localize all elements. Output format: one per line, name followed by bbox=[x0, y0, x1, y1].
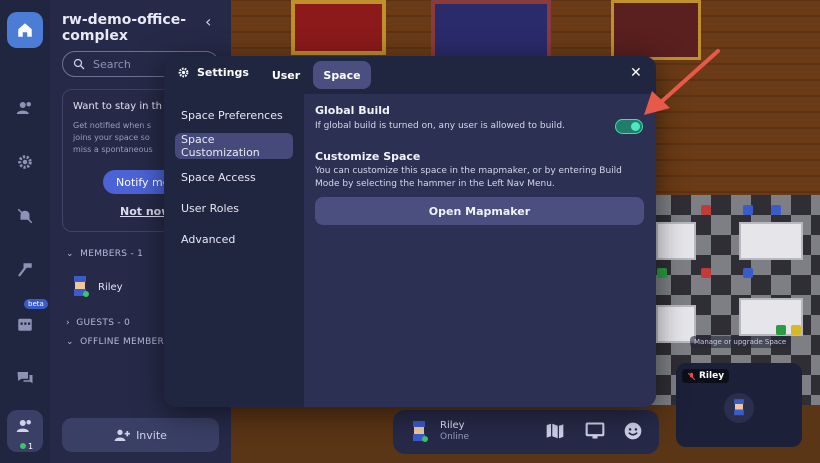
beta-badge: beta bbox=[24, 299, 48, 309]
online-count: 1 bbox=[20, 442, 33, 451]
chair bbox=[657, 268, 667, 278]
chat-button[interactable] bbox=[7, 360, 43, 396]
monitor-icon bbox=[585, 422, 605, 439]
space-name: rw-demo-office-complex bbox=[62, 12, 187, 44]
avatar-sprite bbox=[734, 399, 744, 416]
open-mapmaker-button[interactable]: Open Mapmaker bbox=[315, 197, 644, 225]
user-name: Riley bbox=[440, 420, 465, 431]
chair bbox=[771, 205, 781, 215]
bell-off-icon bbox=[17, 208, 33, 224]
offline-section[interactable]: ⌄ OFFLINE MEMBER bbox=[66, 337, 164, 347]
tab-user[interactable]: User bbox=[268, 61, 304, 89]
settings-title: Settings bbox=[177, 66, 249, 79]
online-dot bbox=[20, 443, 26, 449]
settings-nav: Space Preferences Space Customization Sp… bbox=[164, 94, 304, 407]
rug bbox=[291, 0, 386, 55]
chair bbox=[701, 205, 711, 215]
calendar-button[interactable] bbox=[7, 306, 43, 342]
mic-off-icon bbox=[687, 372, 696, 380]
avatar-sprite bbox=[74, 276, 89, 297]
screen-share-button[interactable] bbox=[585, 421, 607, 443]
notifications-button[interactable] bbox=[7, 198, 43, 234]
hammer-icon bbox=[18, 263, 32, 277]
nav-space-customization[interactable]: Space Customization bbox=[175, 133, 293, 159]
search-icon bbox=[73, 58, 85, 70]
nav-space-preferences[interactable]: Space Preferences bbox=[175, 102, 293, 128]
members-button[interactable]: 1 bbox=[7, 410, 43, 452]
avatar-sprite bbox=[413, 421, 428, 442]
map-button[interactable] bbox=[545, 421, 567, 443]
desk bbox=[739, 222, 803, 260]
smiley-icon bbox=[624, 422, 642, 440]
calendar-icon bbox=[18, 318, 32, 331]
user-status: Online bbox=[440, 432, 470, 442]
emote-button[interactable] bbox=[623, 421, 645, 443]
video-name: Riley bbox=[699, 371, 725, 381]
desk bbox=[656, 222, 696, 260]
video-name-tag: Riley bbox=[682, 369, 730, 383]
settings-button[interactable] bbox=[7, 144, 43, 180]
home-button[interactable] bbox=[7, 12, 43, 48]
tab-space[interactable]: Space bbox=[313, 61, 371, 89]
global-build-desc: If global build is turned on, any user i… bbox=[315, 121, 565, 131]
settings-body: Global Build If global build is turned o… bbox=[304, 94, 656, 407]
chair bbox=[743, 268, 753, 278]
people-button[interactable] bbox=[7, 90, 43, 126]
modal-header: Settings User Space ✕ bbox=[164, 56, 656, 94]
members-section[interactable]: ⌄ MEMBERS - 1 bbox=[66, 249, 143, 259]
add-user-icon bbox=[114, 429, 131, 441]
avatar bbox=[70, 276, 90, 298]
member-row[interactable]: Riley bbox=[70, 276, 123, 298]
avatar bbox=[724, 393, 754, 423]
customize-desc-line: You can customize this space in the mapm… bbox=[315, 166, 622, 176]
avatar[interactable] bbox=[409, 421, 429, 443]
nav-advanced[interactable]: Advanced bbox=[175, 226, 293, 252]
map-icon bbox=[546, 423, 564, 439]
settings-modal: Settings User Space ✕ Space Preferences … bbox=[164, 56, 656, 407]
annotation-arrow bbox=[644, 49, 720, 115]
invite-button[interactable]: Invite bbox=[62, 418, 219, 452]
invite-label: Invite bbox=[136, 428, 167, 442]
people-icon bbox=[16, 102, 31, 114]
bottom-bar: Riley Online bbox=[393, 410, 659, 454]
collapse-panel-button[interactable]: ‹ bbox=[205, 12, 211, 31]
chair bbox=[776, 325, 786, 335]
gear-icon bbox=[178, 67, 189, 78]
search-placeholder: Search bbox=[93, 57, 131, 71]
gear-icon bbox=[18, 155, 32, 169]
chair bbox=[743, 205, 753, 215]
nav-space-access[interactable]: Space Access bbox=[175, 164, 293, 190]
global-build-title: Global Build bbox=[315, 104, 390, 117]
manage-space-hint[interactable]: Manage or upgrade Space bbox=[690, 336, 791, 348]
home-icon bbox=[18, 23, 32, 37]
video-tile[interactable]: Riley bbox=[676, 363, 802, 447]
build-button[interactable] bbox=[7, 252, 43, 288]
member-name: Riley bbox=[98, 281, 123, 293]
nav-user-roles[interactable]: User Roles bbox=[175, 195, 293, 221]
chair bbox=[791, 325, 801, 335]
left-rail: beta 1 bbox=[0, 0, 50, 463]
customize-desc-line: Mode by selecting the hammer in the Left… bbox=[315, 179, 555, 189]
chat-icon bbox=[17, 372, 33, 384]
people-icon bbox=[16, 420, 31, 432]
customize-space-title: Customize Space bbox=[315, 150, 421, 163]
chair bbox=[701, 268, 711, 278]
guests-section[interactable]: › GUESTS - 0 bbox=[66, 318, 130, 328]
